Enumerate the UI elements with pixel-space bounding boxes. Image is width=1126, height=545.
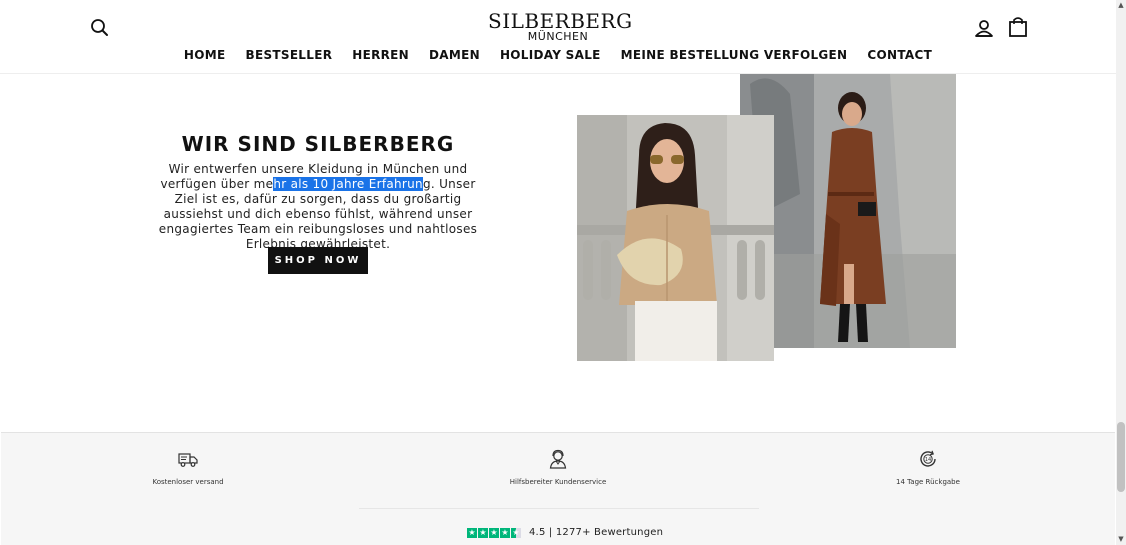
divider (359, 508, 759, 509)
user-icon[interactable] (974, 18, 994, 38)
nav-item-holiday-sale[interactable]: HOLIDAY SALE (500, 48, 601, 62)
vertical-scrollbar[interactable]: ▲ ▼ (1116, 0, 1126, 545)
trustpilot-rating[interactable]: ★ ★ ★ ★ ★ 4.5 | 1277+ Bewertungen (467, 527, 663, 538)
nav-item-damen[interactable]: DAMEN (429, 48, 480, 62)
site-header: SILBERBERG MÜNCHEN HOME BESTSELLER HERRE… (0, 0, 1116, 74)
scrollbar-thumb[interactable] (1117, 422, 1125, 492)
feature-label: Hilfsbereiter Kundenservice (509, 478, 607, 486)
nav-item-contact[interactable]: CONTACT (867, 48, 932, 62)
shop-now-button[interactable]: SHOP NOW (268, 247, 368, 274)
scroll-down-icon[interactable]: ▼ (1117, 535, 1125, 543)
feature-label: 14 Tage Rückgabe (896, 478, 960, 486)
nav-item-herren[interactable]: HERREN (352, 48, 409, 62)
shopping-bag-icon[interactable] (1008, 16, 1028, 38)
rating-stars: ★ ★ ★ ★ ★ (467, 527, 521, 538)
page: SILBERBERG MÜNCHEN HOME BESTSELLER HERRE… (0, 0, 1116, 545)
hero-description: Wir entwerfen unsere Kleidung in München… (158, 162, 478, 252)
svg-text:14: 14 (925, 457, 931, 463)
logo-main-text: SILBERBERG (488, 9, 633, 33)
hero-title: WIR SIND SILBERBERG (181, 132, 455, 156)
nav-item-order-tracking[interactable]: MEINE BESTELLUNG VERFOLGEN (621, 48, 848, 62)
search-icon[interactable] (90, 18, 110, 38)
model-beige-jacket-photo (577, 115, 774, 361)
scroll-up-icon[interactable]: ▲ (1117, 1, 1125, 9)
feature-returns: 14 14 Tage Rückgabe (858, 449, 998, 487)
star-icon: ★ (500, 527, 510, 538)
support-agent-icon (548, 449, 568, 469)
rating-text: 4.5 | 1277+ Bewertungen (529, 527, 664, 538)
star-icon: ★ (467, 527, 477, 538)
logo[interactable]: SILBERBERG MÜNCHEN (488, 9, 633, 43)
feature-customer-service: Hilfsbereiter Kundenservice (488, 449, 628, 487)
feature-label: Kostenloser versand (152, 478, 224, 486)
star-icon: ★ (478, 527, 488, 538)
return-14-days-icon: 14 (918, 449, 938, 469)
feature-free-shipping: Kostenloser versand (118, 449, 258, 487)
star-icon: ★ (489, 527, 499, 538)
main-nav: HOME BESTSELLER HERREN DAMEN HOLIDAY SAL… (0, 48, 1116, 62)
features-bar: Kostenloser versand Hilfsbereiter Kunden… (1, 432, 1115, 545)
selected-text: hr als 10 Jahre Erfahrun (273, 177, 423, 191)
half-star-icon: ★ (511, 527, 521, 538)
nav-item-home[interactable]: HOME (184, 48, 226, 62)
delivery-truck-icon (178, 449, 198, 469)
nav-item-bestseller[interactable]: BESTSELLER (246, 48, 333, 62)
